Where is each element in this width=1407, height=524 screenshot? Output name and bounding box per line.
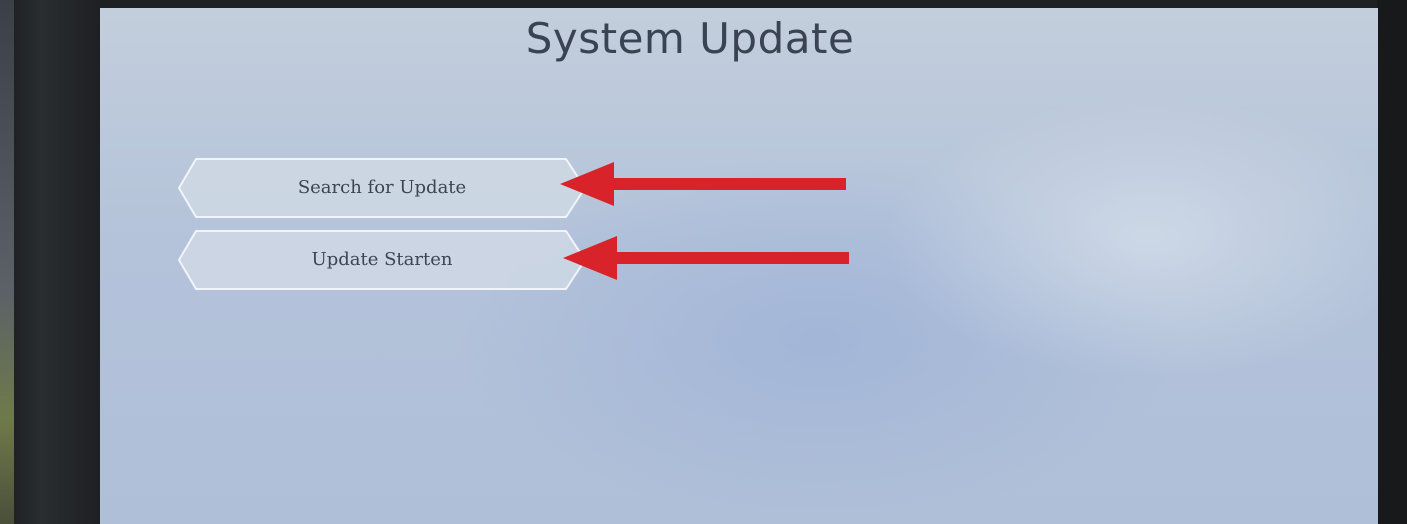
left-arrow-icon <box>563 236 849 280</box>
update-starten-label: Update Starten <box>311 249 453 270</box>
update-starten-button[interactable]: Update Starten <box>178 230 586 290</box>
search-for-update-button[interactable]: Search for Update <box>178 158 586 218</box>
monitor-bezel-right <box>1377 0 1407 524</box>
monitor-bezel: System Update Search for Update Update S… <box>0 0 1407 524</box>
display-screen: System Update Search for Update Update S… <box>100 8 1378 524</box>
search-for-update-label: Search for Update <box>297 177 467 198</box>
background-edge <box>0 0 14 524</box>
left-arrow-icon <box>560 162 846 206</box>
page-title: System Update <box>525 14 855 63</box>
